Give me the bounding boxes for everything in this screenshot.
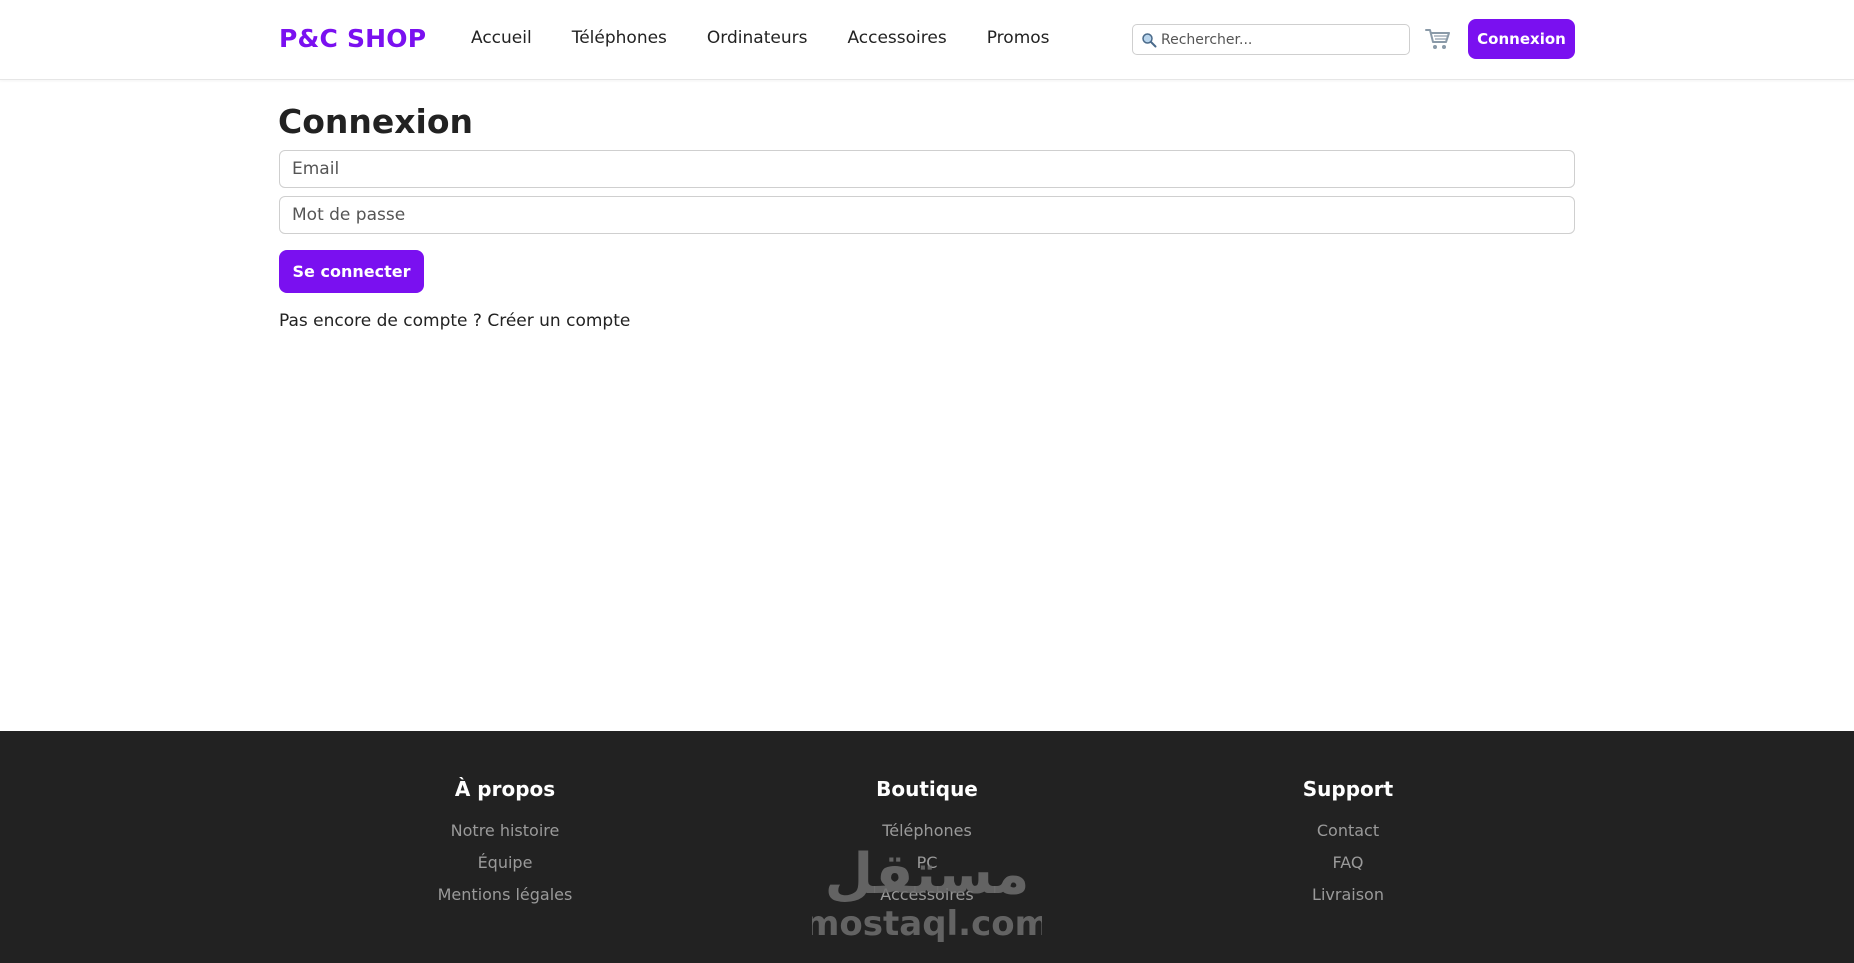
search-box[interactable] <box>1132 24 1410 55</box>
footer-link-pc[interactable]: PC <box>777 847 1077 879</box>
search-input[interactable] <box>1161 31 1401 48</box>
header-login-button[interactable]: Connexion <box>1468 19 1575 59</box>
footer-column-shop: Boutique Téléphones PC Accessoires <box>777 777 1077 911</box>
cart-icon[interactable] <box>1425 27 1451 51</box>
site-logo[interactable]: P&C SHOP <box>279 24 426 53</box>
create-account-link[interactable]: Créer un compte <box>487 311 630 331</box>
nav-item-accessoires[interactable]: Accessoires <box>847 28 946 48</box>
footer-link-mentions-legales[interactable]: Mentions légales <box>355 879 655 911</box>
footer-link-contact[interactable]: Contact <box>1198 815 1498 847</box>
nav-item-accueil[interactable]: Accueil <box>471 28 532 48</box>
nav-item-ordinateurs[interactable]: Ordinateurs <box>707 28 808 48</box>
login-submit-button[interactable]: Se connecter <box>279 250 424 293</box>
footer-link-faq[interactable]: FAQ <box>1198 847 1498 879</box>
footer-link-equipe[interactable]: Équipe <box>355 847 655 879</box>
footer-heading-support: Support <box>1302 777 1394 801</box>
footer-heading-shop: Boutique <box>876 777 978 801</box>
search-icon <box>1141 32 1157 48</box>
page-title: Connexion <box>278 102 474 141</box>
site-header: P&C SHOP Accueil Téléphones Ordinateurs … <box>0 0 1854 80</box>
main-nav: Accueil Téléphones Ordinateurs Accessoir… <box>471 28 1090 48</box>
footer-link-livraison[interactable]: Livraison <box>1198 879 1498 911</box>
email-field[interactable] <box>279 150 1575 188</box>
footer-link-notre-histoire[interactable]: Notre histoire <box>355 815 655 847</box>
footer-column-about: À propos Notre histoire Équipe Mentions … <box>355 777 655 911</box>
password-field[interactable] <box>279 196 1575 234</box>
footer-heading-about: À propos <box>454 777 556 801</box>
footer-column-support: Support Contact FAQ Livraison <box>1198 777 1498 911</box>
footer-link-telephones[interactable]: Téléphones <box>777 815 1077 847</box>
signup-prompt-line: Pas encore de compte ? Créer un compte <box>279 311 630 331</box>
site-footer: À propos Notre histoire Équipe Mentions … <box>0 731 1854 963</box>
nav-item-promos[interactable]: Promos <box>987 28 1050 48</box>
signup-prompt-text: Pas encore de compte ? <box>279 311 482 331</box>
footer-link-accessoires[interactable]: Accessoires <box>777 879 1077 911</box>
nav-item-telephones[interactable]: Téléphones <box>572 28 667 48</box>
